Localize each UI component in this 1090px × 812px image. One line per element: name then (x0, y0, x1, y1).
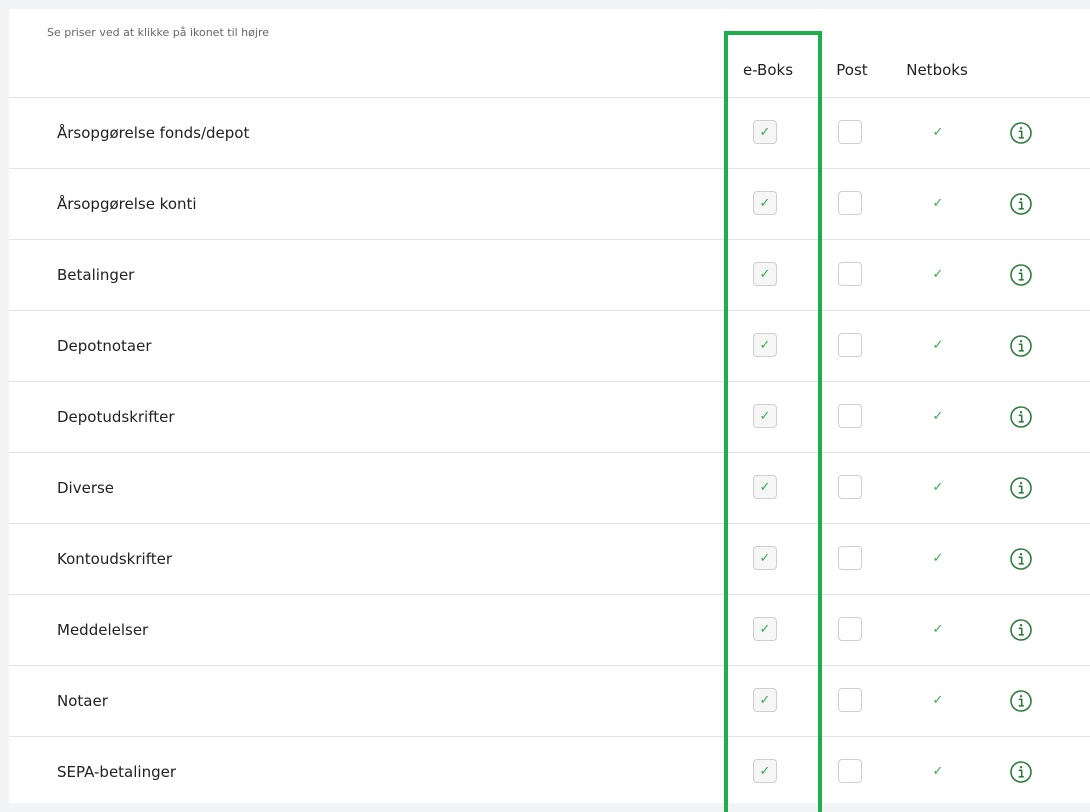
document-type-row: Diverse ✓ ✓ (9, 452, 1090, 523)
eboks-checkbox[interactable]: ✓ (753, 546, 777, 570)
document-type-label: Kontoudskrifter (57, 550, 172, 568)
document-type-row: Notaer ✓ ✓ (9, 665, 1090, 736)
delivery-settings-panel: Se priser ved at klikke på ikonet til hø… (9, 9, 1090, 812)
document-type-row: Kontoudskrifter ✓ ✓ (9, 523, 1090, 594)
document-type-label: Depotudskrifter (57, 408, 175, 426)
post-checkbox[interactable] (838, 475, 862, 499)
info-circle-icon[interactable] (1009, 121, 1033, 145)
document-type-row: Depotnotaer ✓ ✓ (9, 310, 1090, 381)
document-type-label: Årsopgørelse konti (57, 195, 197, 213)
eboks-checkbox[interactable]: ✓ (753, 262, 777, 286)
check-icon: ✓ (759, 195, 771, 211)
post-checkbox[interactable] (838, 617, 862, 641)
netboks-check-icon: ✓ (932, 763, 944, 779)
check-icon: ✓ (759, 337, 771, 353)
document-type-row: SEPA-betalinger ✓ ✓ (9, 736, 1090, 807)
eboks-checkbox[interactable]: ✓ (753, 333, 777, 357)
post-checkbox[interactable] (838, 191, 862, 215)
info-circle-icon[interactable] (1009, 192, 1033, 216)
info-circle-icon[interactable] (1009, 618, 1033, 642)
document-type-row: Betalinger ✓ ✓ (9, 239, 1090, 310)
info-circle-icon[interactable] (1009, 334, 1033, 358)
document-type-row: Årsopgørelse konti ✓ ✓ (9, 168, 1090, 239)
eboks-checkbox[interactable]: ✓ (753, 617, 777, 641)
post-checkbox[interactable] (838, 759, 862, 783)
document-type-label: Meddelelser (57, 621, 149, 639)
info-circle-icon[interactable] (1009, 405, 1033, 429)
eboks-checkbox[interactable]: ✓ (753, 759, 777, 783)
netboks-check-icon: ✓ (932, 195, 944, 211)
netboks-check-icon: ✓ (932, 692, 944, 708)
check-icon: ✓ (759, 479, 771, 495)
netboks-check-icon: ✓ (932, 124, 944, 140)
document-type-row: Depotudskrifter ✓ ✓ (9, 381, 1090, 452)
netboks-check-icon: ✓ (932, 550, 944, 566)
document-type-label: Notaer (57, 692, 108, 710)
info-circle-icon[interactable] (1009, 476, 1033, 500)
netboks-check-icon: ✓ (932, 479, 944, 495)
price-hint-text: Se priser ved at klikke på ikonet til hø… (47, 26, 269, 39)
eboks-checkbox[interactable]: ✓ (753, 404, 777, 428)
check-icon: ✓ (759, 266, 771, 282)
column-header-netboks: Netboks (906, 61, 968, 79)
info-circle-icon[interactable] (1009, 760, 1033, 784)
check-icon: ✓ (759, 621, 771, 637)
post-checkbox[interactable] (838, 404, 862, 428)
info-circle-icon[interactable] (1009, 689, 1033, 713)
document-type-label: SEPA-betalinger (57, 763, 177, 781)
document-type-label: Betalinger (57, 266, 135, 284)
post-checkbox[interactable] (838, 546, 862, 570)
netboks-check-icon: ✓ (932, 337, 944, 353)
post-checkbox[interactable] (838, 333, 862, 357)
document-type-row: Årsopgørelse fonds/depot ✓ ✓ (9, 97, 1090, 168)
check-icon: ✓ (759, 550, 771, 566)
eboks-checkbox[interactable]: ✓ (753, 191, 777, 215)
check-icon: ✓ (759, 124, 771, 140)
post-checkbox[interactable] (838, 120, 862, 144)
netboks-check-icon: ✓ (932, 408, 944, 424)
netboks-check-icon: ✓ (932, 266, 944, 282)
post-checkbox[interactable] (838, 688, 862, 712)
eboks-checkbox[interactable]: ✓ (753, 688, 777, 712)
document-type-label: Årsopgørelse fonds/depot (57, 124, 250, 142)
document-type-row: Meddelelser ✓ ✓ (9, 594, 1090, 665)
column-header-post: Post (836, 61, 868, 79)
check-icon: ✓ (759, 408, 771, 424)
check-icon: ✓ (759, 692, 771, 708)
info-circle-icon[interactable] (1009, 263, 1033, 287)
column-header-eboks: e-Boks (742, 61, 794, 79)
eboks-checkbox[interactable]: ✓ (753, 475, 777, 499)
netboks-check-icon: ✓ (932, 621, 944, 637)
check-icon: ✓ (759, 763, 771, 779)
eboks-checkbox[interactable]: ✓ (753, 120, 777, 144)
document-type-list: Årsopgørelse fonds/depot ✓ ✓ Årsopgørels… (9, 97, 1090, 807)
post-checkbox[interactable] (838, 262, 862, 286)
document-type-label: Diverse (57, 479, 115, 497)
document-type-label: Depotnotaer (57, 337, 152, 355)
info-circle-icon[interactable] (1009, 547, 1033, 571)
